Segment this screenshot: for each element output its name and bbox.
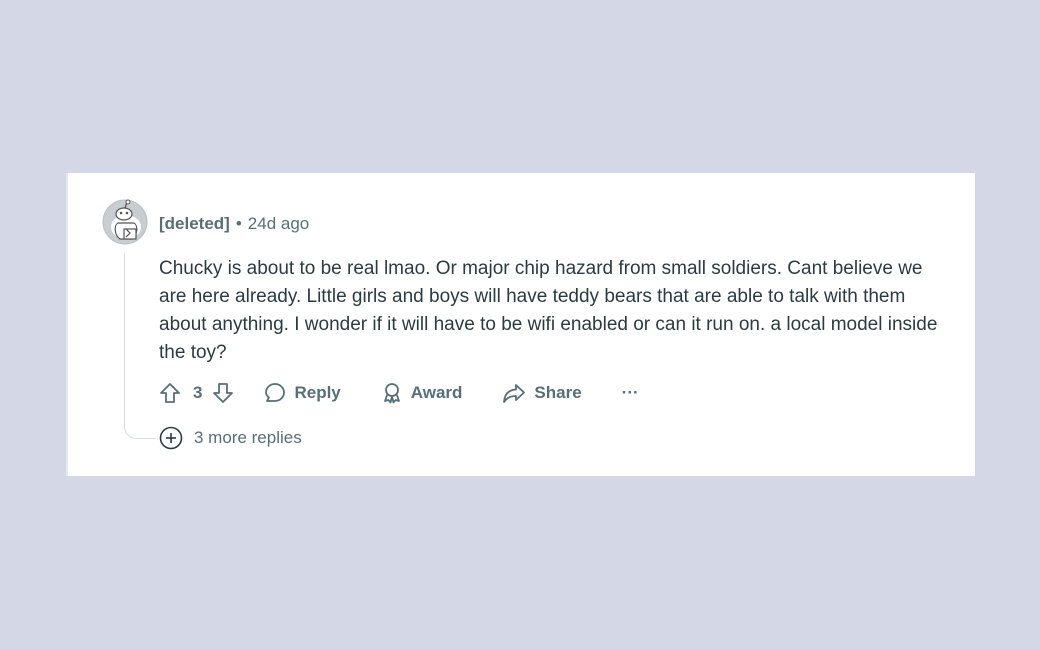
comment-card: [deleted] • 24d ago Chucky is about to be … [66, 173, 975, 476]
share-arrow-icon [503, 384, 526, 403]
more-options-button[interactable]: ··· [622, 383, 639, 403]
upvote-button[interactable] [159, 382, 181, 404]
reply-button[interactable]: Reply [264, 382, 341, 404]
vote-count: 3 [193, 383, 203, 402]
comment-actions: 3 Reply Award Share ··· [159, 379, 639, 407]
more-replies-button[interactable]: 3 more replies [159, 426, 302, 450]
comment-bubble-icon [265, 383, 286, 402]
downvote-button[interactable] [212, 382, 234, 404]
meta-separator: • [235, 214, 242, 233]
snoo-avatar-icon[interactable] [102, 199, 148, 245]
comment-age[interactable]: 24d ago [248, 214, 309, 233]
comment-meta: [deleted] • 24d ago [159, 213, 309, 235]
upvote-icon [160, 383, 180, 403]
share-label: Share [534, 383, 582, 402]
author-name[interactable]: [deleted] [159, 214, 230, 233]
award-button[interactable]: Award [381, 382, 463, 404]
reply-label: Reply [294, 383, 341, 402]
comment-body: Chucky is about to be real lmao. Or majo… [159, 258, 938, 363]
more-options-icon: ··· [621, 383, 639, 402]
downvote-icon [213, 383, 234, 403]
plus-circle-icon [159, 426, 183, 450]
thread-line [124, 253, 156, 439]
share-button[interactable]: Share [502, 382, 582, 404]
more-replies-label: 3 more replies [194, 428, 302, 447]
award-icon [383, 383, 400, 404]
award-label: Award [410, 383, 463, 402]
